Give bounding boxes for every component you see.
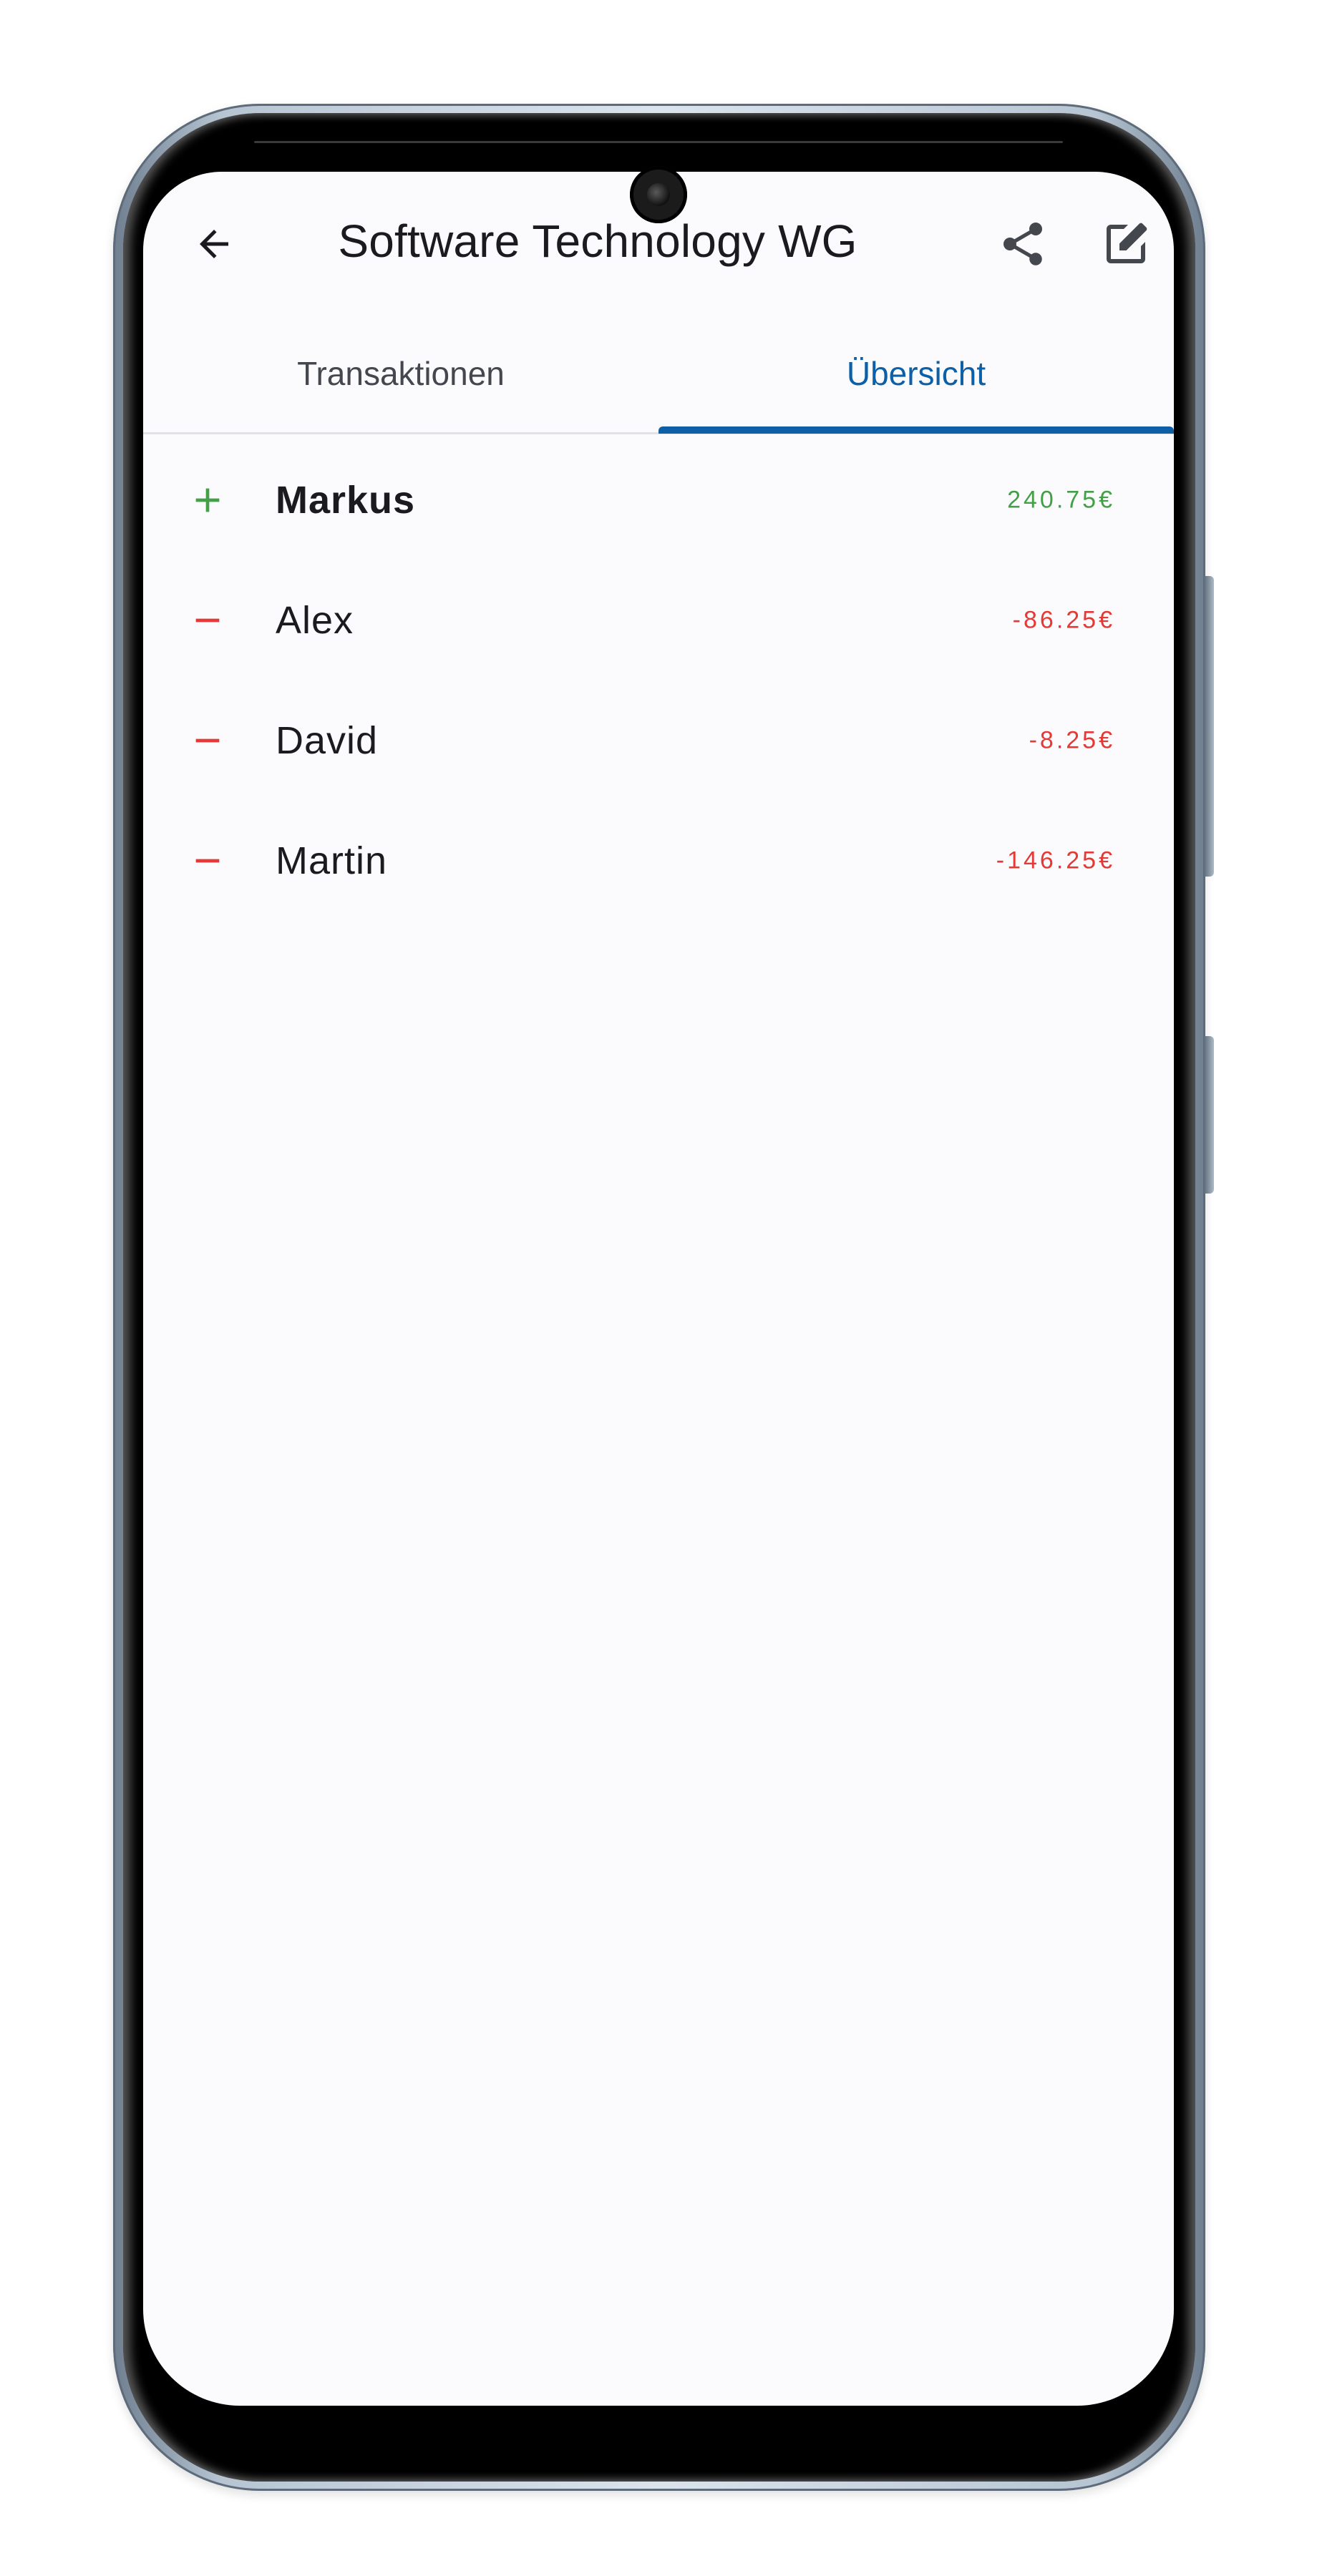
tab-bar: Transaktionen Übersicht xyxy=(143,315,1174,435)
speaker-grille xyxy=(254,141,1063,143)
balance-row-david[interactable]: David -8.25€ xyxy=(143,680,1174,801)
balance-list: Markus 240.75€ Alex -86.25€ David -8.25€ xyxy=(143,440,1174,921)
member-name: Martin xyxy=(276,839,388,882)
balance-row-alex[interactable]: Alex -86.25€ xyxy=(143,560,1174,680)
balance-row-markus[interactable]: Markus 240.75€ xyxy=(143,440,1174,560)
balance-row-martin[interactable]: Martin -146.25€ xyxy=(143,801,1174,921)
balance-amount: -8.25€ xyxy=(1029,726,1115,754)
power-button xyxy=(1204,1036,1214,1194)
edit-button[interactable] xyxy=(1087,205,1165,283)
edit-icon xyxy=(1107,223,1147,263)
balance-amount: -86.25€ xyxy=(1012,606,1115,634)
volume-button xyxy=(1204,576,1214,877)
balance-amount: 240.75€ xyxy=(1007,486,1115,514)
member-name: David xyxy=(276,719,379,762)
arrow-back-icon xyxy=(200,230,228,258)
tab-uebersicht[interactable]: Übersicht xyxy=(658,315,1174,432)
page-title: Software Technology WG xyxy=(338,215,857,267)
member-name: Markus xyxy=(276,479,416,522)
minus-icon xyxy=(195,859,220,863)
plus-icon xyxy=(195,488,220,512)
minus-icon xyxy=(195,738,220,743)
back-button[interactable] xyxy=(175,205,253,283)
share-button[interactable] xyxy=(983,205,1062,283)
device-canvas: Software Technology WG Transaktionen Übe… xyxy=(0,0,1317,2576)
app-screen: Software Technology WG Transaktionen Übe… xyxy=(143,172,1174,2406)
tab-transaktionen[interactable]: Transaktionen xyxy=(143,315,658,432)
member-name: Alex xyxy=(276,599,354,642)
balance-amount: -146.25€ xyxy=(996,847,1115,874)
share-icon xyxy=(1003,223,1042,265)
front-camera xyxy=(630,166,687,223)
tab-indicator xyxy=(658,426,1174,434)
minus-icon xyxy=(195,618,220,623)
